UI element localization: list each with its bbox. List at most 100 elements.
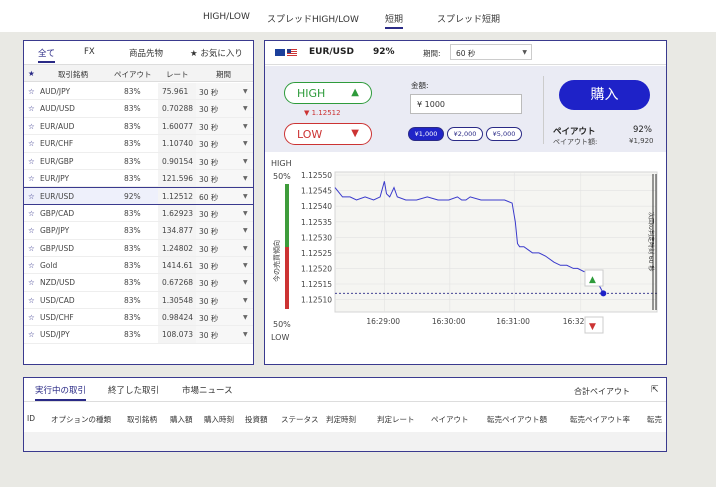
asset-row[interactable]: ☆ GBP/CAD 83% 1.62923 30 秒 ▼ — [24, 204, 253, 223]
asset-row[interactable]: ☆ EUR/JPY 83% 121.596 30 秒 ▼ — [24, 169, 253, 188]
chevron-down-icon[interactable]: ▼ — [243, 297, 248, 304]
tab-spread-short-term[interactable]: スプレッド短期 — [437, 12, 500, 25]
trades-column-header: 投資額 — [245, 415, 268, 424]
tab-spread-highlow[interactable]: スプレッドHIGH/LOW — [267, 12, 359, 25]
asset-list-panel: 全て FX 商品先物 ★ お気に入り ★ 取引銘柄 ペイアウト レート 期間 ☆… — [23, 40, 254, 365]
favorite-star-icon[interactable]: ☆ — [28, 139, 35, 148]
asset-period[interactable]: 30 秒 — [199, 330, 218, 341]
column-payout: ペイアウト — [114, 70, 152, 79]
filter-tab-fx[interactable]: FX — [84, 47, 95, 57]
asset-rate: 1.12512 — [162, 192, 194, 202]
tab-highlow[interactable]: HIGH/LOW — [203, 12, 250, 22]
chevron-down-icon[interactable]: ▼ — [243, 193, 248, 200]
amount-chip-1000[interactable]: ¥1,000 — [408, 127, 444, 141]
asset-period[interactable]: 30 秒 — [199, 87, 218, 98]
export-icon[interactable]: ⇱ — [651, 385, 659, 395]
asset-row[interactable]: ☆ USD/JPY 83% 108.073 30 秒 ▼ — [24, 326, 253, 344]
period-select[interactable]: 60 秒 ▼ — [450, 44, 532, 60]
top-nav: HIGH/LOW スプレッドHIGH/LOW 短期 スプレッド短期 — [0, 0, 716, 32]
arrow-down-icon: ▼ — [351, 128, 359, 139]
asset-row[interactable]: ☆ NZD/USD 83% 0.67268 30 秒 ▼ — [24, 274, 253, 292]
filter-tab-favorites[interactable]: ★ お気に入り — [190, 47, 243, 59]
asset-period[interactable]: 30 秒 — [199, 244, 218, 255]
favorite-star-icon[interactable]: ☆ — [28, 226, 35, 235]
chevron-down-icon[interactable]: ▼ — [243, 331, 248, 338]
filter-tab-all[interactable]: 全て — [38, 47, 56, 63]
asset-rate: 108.073 — [162, 330, 194, 340]
chevron-down-icon[interactable]: ▼ — [243, 158, 248, 165]
asset-row[interactable]: ☆ GBP/USD 83% 1.24802 30 秒 ▼ — [24, 239, 253, 257]
asset-period[interactable]: 30 秒 — [199, 157, 218, 168]
asset-period[interactable]: 30 秒 — [199, 122, 218, 133]
asset-row[interactable]: ☆ EUR/GBP 83% 0.90154 30 秒 ▼ — [24, 152, 253, 170]
asset-row[interactable]: ☆ AUD/USD 83% 0.70288 30 秒 ▼ — [24, 100, 253, 118]
y-axis: 1.12550 1.12545 1.12540 1.12535 1.12530 1.125… — [301, 171, 332, 304]
asset-row[interactable]: ☆ EUR/AUD 83% 1.60077 30 秒 ▼ — [24, 117, 253, 136]
asset-row[interactable]: ☆ EUR/CHF 83% 1.10740 30 秒 ▼ — [24, 135, 253, 153]
favorite-star-icon[interactable]: ☆ — [28, 278, 35, 287]
chevron-down-icon[interactable]: ▼ — [243, 105, 248, 112]
asset-period[interactable]: 30 秒 — [199, 261, 218, 272]
trades-tabs: 実行中の取引 終了した取引 市場ニュース 合計ペイアウト ⇱ — [24, 378, 666, 402]
asset-period[interactable]: 30 秒 — [199, 313, 218, 324]
asset-row[interactable]: ☆ EUR/USD 92% 1.12512 60 秒 ▼ — [24, 187, 253, 205]
chevron-down-icon[interactable]: ▼ — [243, 140, 248, 147]
favorite-star-icon[interactable]: ☆ — [28, 87, 35, 96]
chevron-down-icon[interactable]: ▼ — [243, 88, 248, 95]
asset-period[interactable]: 30 秒 — [199, 104, 218, 115]
favorite-star-icon[interactable]: ☆ — [28, 174, 35, 183]
low-button[interactable]: LOW ▼ — [284, 123, 372, 145]
asset-period[interactable]: 60 秒 — [199, 192, 218, 203]
low-button-label: LOW — [297, 128, 323, 141]
favorite-star-icon[interactable]: ☆ — [28, 296, 35, 305]
asset-row[interactable]: ☆ GBP/JPY 83% 134.877 30 秒 ▼ — [24, 222, 253, 240]
chart-down-button[interactable]: ▼ — [584, 316, 604, 334]
asset-period[interactable]: 30 秒 — [199, 278, 218, 289]
period-select-value: 60 秒 — [456, 49, 476, 58]
favorite-star-icon[interactable]: ☆ — [28, 157, 35, 166]
asset-symbol: USD/CAD — [40, 295, 75, 305]
chevron-down-icon[interactable]: ▼ — [243, 123, 248, 130]
favorite-star-icon[interactable]: ☆ — [28, 209, 35, 218]
asset-row[interactable]: ☆ AUD/JPY 83% 75.961 30 秒 ▼ — [24, 83, 253, 101]
tab-active-trades[interactable]: 実行中の取引 — [35, 384, 87, 401]
chevron-down-icon[interactable]: ▼ — [243, 227, 248, 234]
asset-row[interactable]: ☆ USD/CHF 83% 0.98424 30 秒 ▼ — [24, 309, 253, 327]
asset-rate: 0.67268 — [162, 278, 194, 288]
buy-button[interactable]: 購入 — [559, 80, 650, 110]
asset-period[interactable]: 30 秒 — [199, 139, 218, 150]
asset-row[interactable]: ☆ Gold 83% 1414.61 30 秒 ▼ — [24, 256, 253, 275]
favorite-star-icon[interactable]: ☆ — [28, 313, 35, 322]
favorite-star-icon[interactable]: ☆ — [28, 122, 35, 131]
favorite-star-icon[interactable]: ☆ — [28, 104, 35, 113]
asset-row[interactable]: ☆ USD/CAD 83% 1.30548 30 秒 ▼ — [24, 291, 253, 310]
chevron-down-icon[interactable]: ▼ — [243, 279, 248, 286]
chevron-down-icon[interactable]: ▼ — [243, 314, 248, 321]
amount-chip-5000[interactable]: ¥5,000 — [486, 127, 522, 141]
total-payout-label: 合計ペイアウト — [574, 387, 630, 396]
chevron-down-icon[interactable]: ▼ — [243, 262, 248, 269]
amount-input[interactable]: ¥ 1000 — [410, 94, 522, 114]
favorite-star-icon[interactable]: ☆ — [28, 261, 35, 270]
tab-short-term[interactable]: 短期 — [385, 12, 404, 29]
high-button[interactable]: HIGH ▲ — [284, 82, 372, 104]
favorite-star-icon[interactable]: ☆ — [28, 330, 35, 339]
tab-market-news[interactable]: 市場ニュース — [182, 384, 233, 396]
asset-period[interactable]: 30 秒 — [199, 209, 218, 220]
asset-rate: 1.24802 — [162, 243, 194, 253]
chevron-down-icon[interactable]: ▼ — [243, 245, 248, 252]
chevron-down-icon[interactable]: ▼ — [243, 175, 248, 182]
chart-up-button[interactable]: ▲ — [584, 269, 604, 287]
favorite-star-icon[interactable]: ☆ — [28, 192, 35, 201]
favorite-star-icon[interactable]: ☆ — [28, 244, 35, 253]
chevron-down-icon[interactable]: ▼ — [243, 210, 248, 217]
asset-symbol: EUR/GBP — [40, 156, 74, 166]
asset-period[interactable]: 30 秒 — [199, 226, 218, 237]
asset-period[interactable]: 30 秒 — [199, 296, 218, 307]
tab-closed-trades[interactable]: 終了した取引 — [108, 384, 159, 396]
asset-payout: 92% — [124, 192, 141, 202]
asset-period[interactable]: 30 秒 — [199, 174, 218, 185]
filter-tab-commodities[interactable]: 商品先物 — [129, 47, 163, 59]
eu-flag-icon — [275, 49, 285, 56]
amount-chip-2000[interactable]: ¥2,000 — [447, 127, 483, 141]
